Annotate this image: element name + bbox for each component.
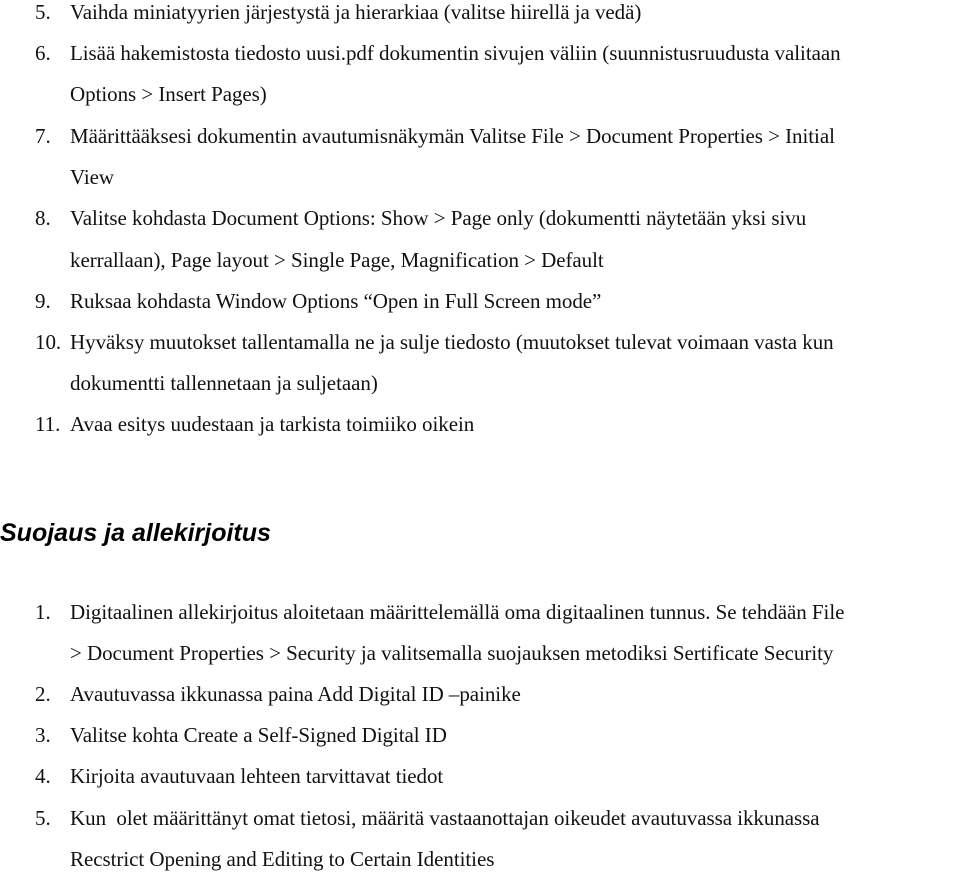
list-item-text: Kun olet määrittänyt omat tietosi, määri…	[70, 806, 820, 830]
list-item-text: Hyväksy muutokset tallentamalla ne ja su…	[70, 330, 834, 354]
list-item-number: 5.	[35, 0, 51, 24]
list-item-text: Kirjoita avautuvaan lehteen tarvittavat …	[70, 764, 444, 788]
list-item-number: 8.	[35, 206, 51, 230]
list-item-number: 1.	[35, 600, 51, 624]
list-item-number: 10.	[35, 330, 62, 354]
list-item-text: Recstrict Opening and Editing to Certain…	[70, 847, 495, 871]
list-item-text: Valitse kohta Create a Self-Signed Digit…	[70, 723, 447, 747]
list-item-text: Ruksaa kohdasta Window Options “Open in …	[70, 289, 602, 313]
list-item-text: Vaihda miniatyyrien järjestystä ja hiera…	[70, 0, 642, 24]
list-item-number: 3.	[35, 723, 51, 747]
list-item-text: Digitaalinen allekirjoitus aloitetaan mä…	[70, 600, 845, 624]
list-item-number: 4.	[35, 764, 51, 788]
list-item-text: Valitse kohdasta Document Options: Show …	[70, 206, 807, 230]
list-item-text: Lisää hakemistosta tiedosto uusi.pdf dok…	[70, 41, 841, 65]
list-item-number: 6.	[35, 41, 51, 65]
section-heading: Suojaus ja allekirjoitus	[0, 519, 271, 547]
list-item-number: 2.	[35, 682, 51, 706]
list-item-number: 5.	[35, 806, 51, 830]
list-item-text: dokumentti tallennetaan ja suljetaan)	[70, 371, 378, 395]
list-item-text: Avautuvassa ikkunassa paina Add Digital …	[70, 682, 521, 706]
list-item-number: 9.	[35, 289, 51, 313]
list-item-number: 11.	[35, 412, 61, 436]
list-item-text: Options > Insert Pages)	[70, 82, 267, 106]
list-item-text: View	[70, 165, 115, 189]
list-item-text: kerrallaan), Page layout > Single Page, …	[70, 248, 604, 272]
document-page: 5. Vaihda miniatyyrien järjestystä ja hi…	[0, 0, 960, 872]
list-item-number: 7.	[35, 124, 51, 148]
list-item-text: > Document Properties > Security ja vali…	[70, 641, 834, 665]
list-item-text: Avaa esitys uudestaan ja tarkista toimii…	[70, 412, 475, 436]
list-item-text: Määrittääksesi dokumentin avautumisnäkym…	[70, 124, 835, 148]
